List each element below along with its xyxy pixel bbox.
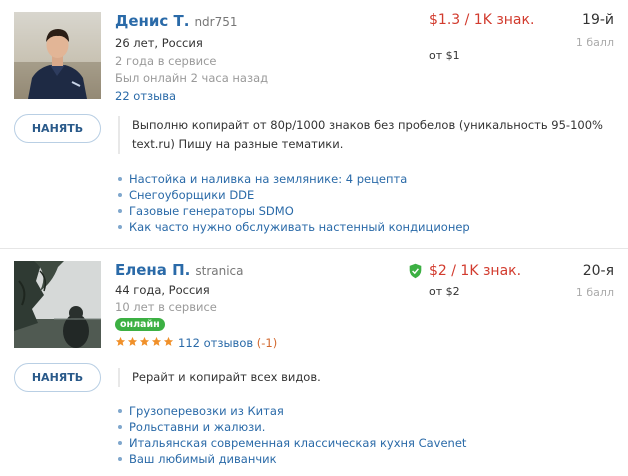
- bio: Выполню копирайт от 80р/1000 знаков без …: [118, 116, 618, 154]
- freelancer-card: Елена П. stranica 44 года, Россия 10 лет…: [0, 249, 628, 476]
- rank: 19-й: [582, 12, 614, 28]
- star-icon: [139, 336, 150, 346]
- hire-button[interactable]: НАНЯТЬ: [14, 114, 101, 143]
- age-country: 44 года, Россия: [115, 283, 210, 297]
- topic-link[interactable]: Итальянская современная классическая кух…: [118, 435, 466, 451]
- freelancer-username: stranica: [195, 264, 244, 278]
- reviews-block: 112 отзывов (-1): [178, 336, 277, 350]
- reviews-link[interactable]: 112 отзывов: [178, 336, 253, 350]
- name-line: Денис Т. ndr751: [115, 12, 238, 30]
- topic-link[interactable]: Грузоперевозки из Китая: [118, 403, 466, 419]
- topic-link[interactable]: Настойка и наливка на землянике: 4 рецеп…: [118, 171, 470, 187]
- price-min: от $1: [429, 49, 460, 62]
- price: $1.3 / 1K знак.: [429, 12, 535, 28]
- topic-link[interactable]: Рольставни и жалюзи.: [118, 419, 466, 435]
- points: 1 балл: [575, 286, 614, 299]
- freelancer-name[interactable]: Елена П.: [115, 261, 190, 279]
- last-online: Был онлайн 2 часа назад: [115, 71, 269, 85]
- bio: Рерайт и копирайт всех видов.: [118, 368, 618, 387]
- freelancer-name[interactable]: Денис Т.: [115, 12, 189, 30]
- avatar[interactable]: [14, 12, 101, 99]
- avatar[interactable]: [14, 261, 101, 348]
- topic-link[interactable]: Как часто нужно обслуживать настенный ко…: [118, 219, 470, 235]
- topic-link[interactable]: Снегоуборщики DDE: [118, 187, 470, 203]
- service-time: 10 лет в сервисе: [115, 300, 217, 314]
- rank: 20-я: [582, 263, 614, 279]
- reviews-delta: (-1): [256, 336, 278, 350]
- online-badge: онлайн: [115, 318, 165, 331]
- star-icon: [163, 336, 174, 346]
- shield-check-icon: [409, 263, 422, 279]
- name-line: Елена П. stranica: [115, 261, 244, 279]
- star-icon: [151, 336, 162, 346]
- star-icon: [127, 336, 138, 346]
- price-min: от $2: [429, 285, 460, 298]
- rating-stars: [115, 336, 174, 347]
- topic-link[interactable]: Ваш любимый диванчик: [118, 451, 466, 467]
- service-time: 2 года в сервисе: [115, 54, 217, 68]
- reviews-link[interactable]: 22 отзыва: [115, 88, 176, 104]
- price: $2 / 1K знак.: [429, 263, 522, 279]
- topic-link[interactable]: Газовые генераторы SDMO: [118, 203, 470, 219]
- freelancer-username: ndr751: [194, 15, 238, 29]
- hire-button[interactable]: НАНЯТЬ: [14, 363, 101, 392]
- topics-list: Настойка и наливка на землянике: 4 рецеп…: [118, 171, 470, 235]
- points: 1 балл: [575, 36, 614, 49]
- star-icon: [115, 336, 126, 346]
- age-country: 26 лет, Россия: [115, 36, 203, 50]
- topics-list: Грузоперевозки из Китая Рольставни и жал…: [118, 403, 466, 467]
- freelancer-card: Денис Т. ndr751 26 лет, Россия 2 года в …: [0, 0, 628, 248]
